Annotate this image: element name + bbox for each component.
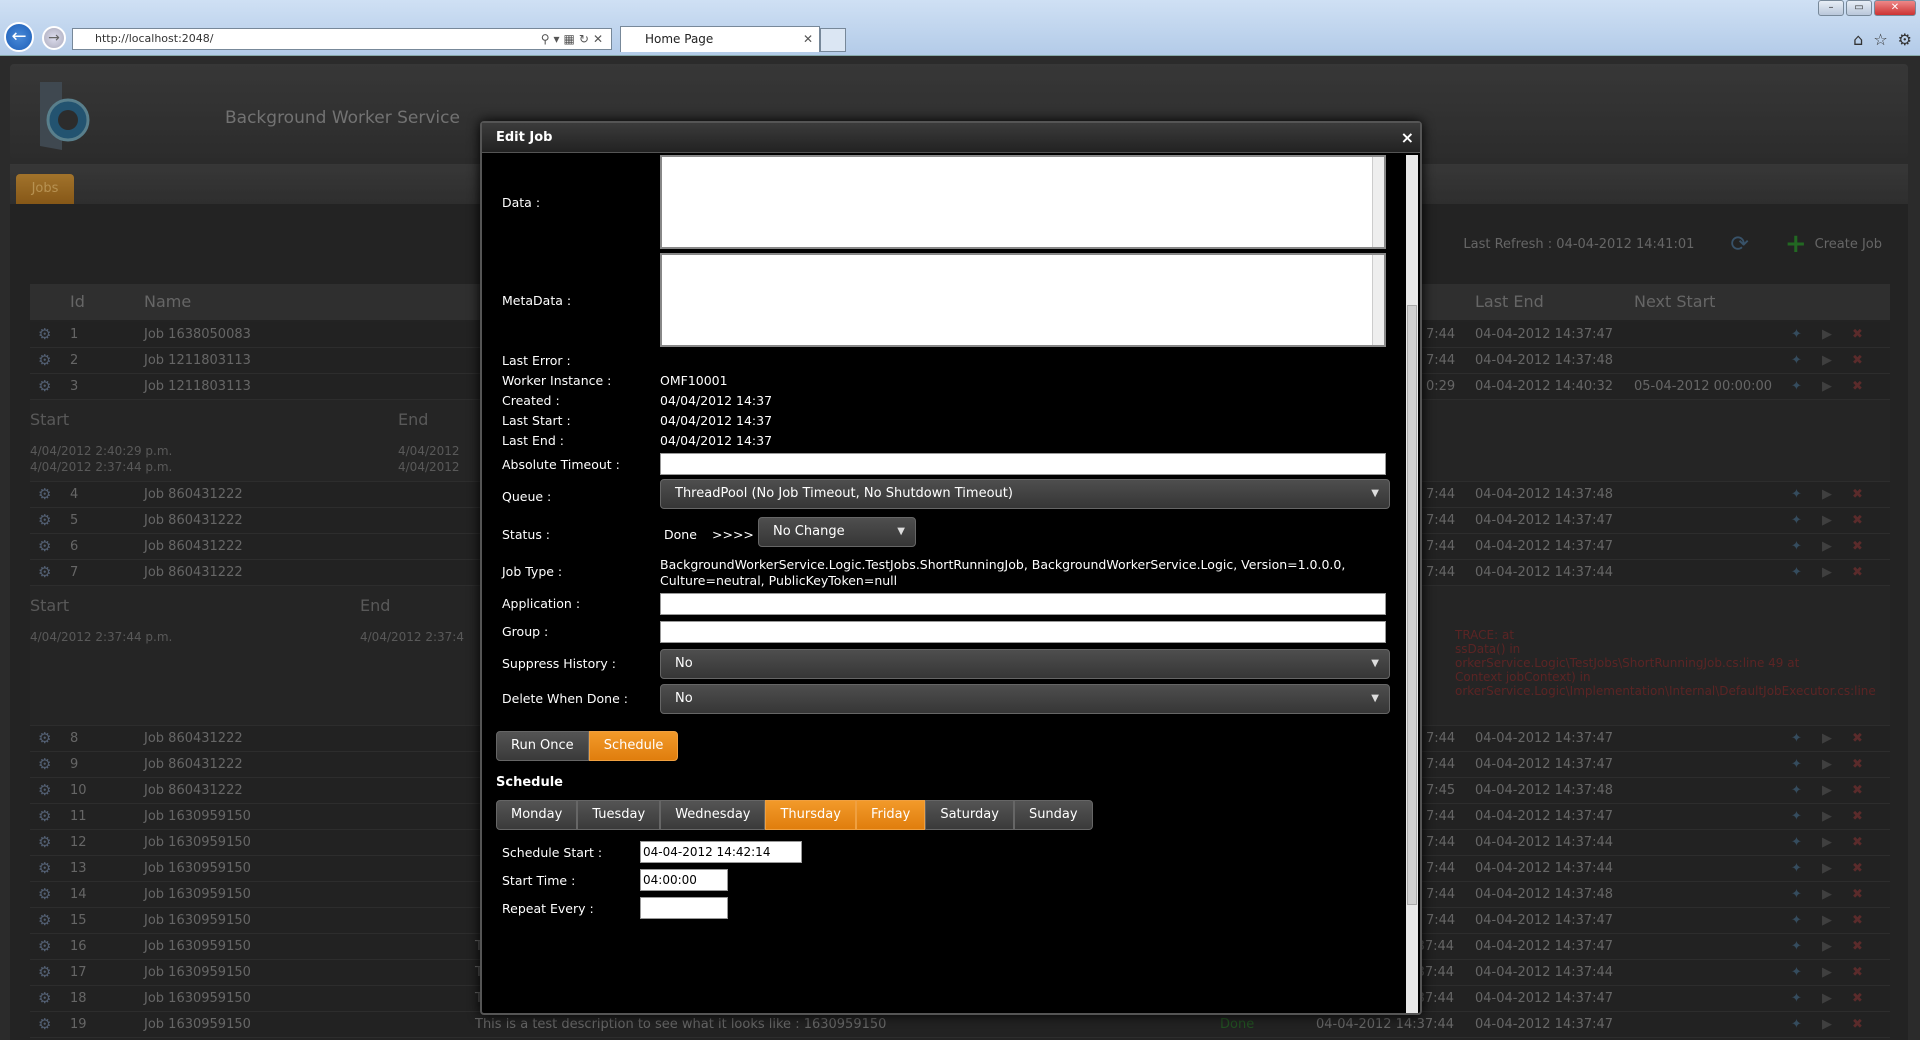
last-start-label: Last Start : [502,413,571,428]
status-current: Done [664,527,697,542]
delete-when-done-select[interactable]: No ▼ [660,684,1390,714]
window-titlebar [0,0,1920,14]
schedule-heading: Schedule [496,775,563,790]
textarea-scrollbar[interactable] [1372,255,1384,345]
maximize-button[interactable]: ▭ [1846,0,1872,16]
day-saturday-button[interactable]: Saturday [925,800,1014,830]
created-value: 04/04/2012 14:37 [660,393,773,408]
suppress-history-select[interactable]: No ▼ [660,649,1390,679]
last-end-value: 04/04/2012 14:37 [660,433,773,448]
new-tab-button[interactable] [820,28,846,52]
dialog-body: Data : MetaData : Last Error : Worker In… [482,155,1407,1015]
status-change-value: No Change [773,524,845,539]
browser-tab-home[interactable]: Home Page ✕ [620,26,820,52]
settings-gear-icon[interactable]: ⚙ [1898,30,1912,49]
chevron-down-icon: ▼ [897,526,905,537]
job-type-line1: BackgroundWorkerService.Logic.TestJobs.S… [660,557,1346,572]
job-type-label: Job Type : [502,564,563,579]
forward-arrow-icon[interactable]: → [42,26,66,50]
scrollbar-thumb[interactable] [1407,305,1417,905]
absolute-timeout-input[interactable] [660,453,1386,475]
run-once-button[interactable]: Run Once [496,731,589,761]
day-friday-button[interactable]: Friday [855,800,926,830]
delete-when-done-value: No [675,691,693,706]
suppress-history-label: Suppress History : [502,656,616,671]
page: Background Worker Service Jobs Last Refr… [0,56,1920,1040]
suppress-history-value: No [675,656,693,671]
data-textarea[interactable] [660,155,1386,249]
minimize-button[interactable]: – [1818,0,1844,16]
delete-when-done-label: Delete When Done : [502,691,628,706]
textarea-scrollbar[interactable] [1372,157,1384,247]
window-controls: – ▭ ✕ [1818,0,1916,16]
back-arrow-icon[interactable]: ← [4,22,34,52]
repeat-every-input[interactable] [640,897,728,919]
created-label: Created : [502,393,560,408]
home-icon[interactable]: ⌂ [1853,30,1863,49]
queue-select-value: ThreadPool (No Job Timeout, No Shutdown … [675,486,1013,501]
address-bar-icons[interactable]: ⚲▾▦↻✕ [541,29,607,49]
absolute-timeout-label: Absolute Timeout : [502,457,620,472]
worker-instance-label: Worker Instance : [502,373,612,388]
worker-instance-value: OMF10001 [660,373,728,388]
last-end-label: Last End : [502,433,564,448]
schedule-start-label: Schedule Start : [502,845,603,860]
day-thursday-button[interactable]: Thursday [765,800,856,830]
url-text: http://localhost:2048/ [95,32,214,45]
metadata-label: MetaData : [502,293,572,308]
run-mode-toggle: Run Once Schedule [496,731,679,761]
group-label: Group : [502,624,549,639]
dialog-scrollbar[interactable] [1406,155,1418,1013]
group-input[interactable] [660,621,1386,643]
application-label: Application : [502,596,581,611]
close-icon[interactable]: × [1401,123,1414,153]
browser-toolbar-icons: ⌂ ☆ ⚙ [1853,30,1912,49]
repeat-every-label: Repeat Every : [502,901,594,916]
schedule-start-input[interactable]: 04-04-2012 14:42:14 [640,841,802,863]
chevron-down-icon: ▼ [1371,693,1379,704]
day-tuesday-button[interactable]: Tuesday [577,800,661,830]
chevron-down-icon: ▼ [1371,658,1379,669]
metadata-textarea[interactable] [660,253,1386,347]
start-time-label: Start Time : [502,873,576,888]
edit-job-dialog: Edit Job × Data : MetaData : Last Error … [480,121,1422,1015]
status-label: Status : [502,527,551,542]
address-bar[interactable]: http://localhost:2048/ ⚲▾▦↻✕ [72,28,612,50]
tab-title: Home Page [645,32,714,46]
day-monday-button[interactable]: Monday [496,800,578,830]
chevron-down-icon: ▼ [1371,488,1379,499]
start-time-input[interactable]: 04:00:00 [640,869,728,891]
weekday-toggle: Monday Tuesday Wednesday Thursday Friday Satu… [496,800,1093,830]
favorites-star-icon[interactable]: ☆ [1873,30,1887,49]
close-tab-icon[interactable]: ✕ [803,27,813,51]
job-type-line2: Culture=neutral, PublicKeyToken=null [660,573,898,588]
dialog-header: Edit Job × [482,123,1420,153]
day-sunday-button[interactable]: Sunday [1013,800,1093,830]
close-window-button[interactable]: ✕ [1874,0,1916,16]
status-arrow: >>>> [712,527,754,542]
application-input[interactable] [660,593,1386,615]
last-error-label: Last Error : [502,353,571,368]
queue-select[interactable]: ThreadPool (No Job Timeout, No Shutdown … [660,479,1390,509]
schedule-button[interactable]: Schedule [588,731,679,761]
last-start-value: 04/04/2012 14:37 [660,413,773,428]
day-wednesday-button[interactable]: Wednesday [660,800,766,830]
data-label: Data : [502,195,541,210]
browser-chrome: – ▭ ✕ ← → http://localhost:2048/ ⚲▾▦↻✕ H… [0,0,1920,56]
dialog-title: Edit Job [496,130,553,145]
status-change-select[interactable]: No Change ▼ [758,517,916,547]
queue-label: Queue : [502,489,552,504]
